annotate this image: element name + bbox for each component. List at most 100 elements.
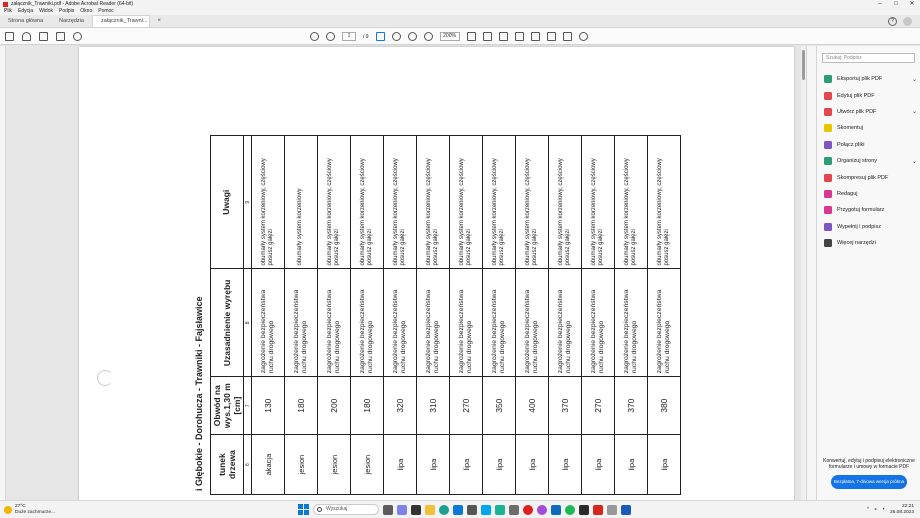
zoom-out-icon[interactable] xyxy=(407,32,417,41)
cell-gatunek: lipa xyxy=(449,434,483,495)
maximize-button[interactable]: □ xyxy=(888,0,904,8)
taskbar-search[interactable]: Wyszukaj xyxy=(313,504,379,515)
account-area: ? xyxy=(888,17,912,26)
rotate-icon[interactable] xyxy=(578,32,588,41)
comment-tool-icon[interactable] xyxy=(482,32,492,41)
tray-chevron-icon[interactable]: ^ xyxy=(867,507,869,512)
opera-icon[interactable] xyxy=(523,504,533,515)
table-row: jesion 180 zagrożenie bezpieczeństwa ruchu… xyxy=(350,135,384,495)
scrollbar-thumb[interactable] xyxy=(802,50,805,80)
tool-item[interactable]: Redaguj xyxy=(824,186,919,202)
left-pane-strip[interactable] xyxy=(0,46,6,500)
onedrive-icon[interactable] xyxy=(551,504,561,515)
tab-document[interactable]: załącznik_Trawni... × xyxy=(91,15,161,27)
tool-item[interactable]: Przygotuj formularz xyxy=(824,202,919,218)
app-icon[interactable] xyxy=(607,504,617,515)
minimize-button[interactable]: – xyxy=(872,0,888,8)
app-icon[interactable] xyxy=(495,504,505,515)
network-icon[interactable]: ◒ xyxy=(874,507,877,512)
widgets-icon[interactable] xyxy=(411,504,421,515)
toolbar: 1 / 9 200% xyxy=(0,28,920,45)
tool-label: Skomentuj xyxy=(837,125,863,132)
email-icon[interactable] xyxy=(56,32,65,41)
tab-home[interactable]: Strona główna xyxy=(0,15,51,27)
tool-item[interactable]: Utwórz plik PDF ⌄ xyxy=(824,104,919,120)
highlight-icon[interactable] xyxy=(514,32,524,41)
save-icon[interactable] xyxy=(5,32,14,41)
table-row: lipa 320 zagrożenie bezpieczeństwa ruchu d… xyxy=(383,135,417,495)
zoom-in-icon[interactable] xyxy=(423,32,433,41)
free-trial-button[interactable]: Bezpłatna, 7-dniowa wersja próbna xyxy=(831,475,907,489)
hand-tool-icon[interactable] xyxy=(391,32,401,41)
tool-item[interactable]: Więcej narzędzi xyxy=(824,235,919,251)
weather-widget[interactable]: 27°C Duże zachmurze... xyxy=(4,504,55,515)
file-explorer-icon[interactable] xyxy=(425,504,435,515)
messenger-icon[interactable] xyxy=(537,504,547,515)
app-icon[interactable] xyxy=(481,504,491,515)
acrobat-taskbar-icon[interactable] xyxy=(593,504,603,515)
app-icon[interactable] xyxy=(509,504,519,515)
avatar[interactable] xyxy=(903,17,912,26)
search-icon[interactable] xyxy=(73,32,82,41)
app-icon[interactable] xyxy=(579,504,589,515)
cell-gatunek: lipa xyxy=(548,434,582,495)
volume-icon[interactable]: ◖ xyxy=(882,507,885,512)
tool-item[interactable]: Skompresuj plik PDF xyxy=(824,169,919,185)
app-icon[interactable] xyxy=(467,504,477,515)
table-row: jesion 200 zagrożenie bezpieczeństwa ruchu… xyxy=(317,135,351,495)
close-window-button[interactable]: ✕ xyxy=(904,0,920,8)
chevron-down-icon[interactable]: ⌄ xyxy=(912,158,917,165)
delete-icon[interactable] xyxy=(562,32,572,41)
tool-item[interactable]: Skomentuj xyxy=(824,120,919,136)
edge-icon[interactable] xyxy=(439,504,449,515)
help-icon[interactable]: ? xyxy=(888,17,897,26)
compress-icon xyxy=(824,173,832,182)
clock[interactable]: 22:21 26.08.2023 xyxy=(890,504,914,515)
table-row: lipa 370 zagrożenie bezpieczeństwa ruchu d… xyxy=(614,135,648,495)
chat-icon[interactable] xyxy=(397,504,407,515)
menu-edycja[interactable]: Edycja xyxy=(18,8,33,15)
cell-uwagi: obumarły system korzeniowy, częściowy po… xyxy=(515,135,549,269)
weather-icon xyxy=(4,506,12,514)
fit-page-icon[interactable] xyxy=(466,32,476,41)
tools-search-input[interactable]: Szukaj: Podpisz xyxy=(822,53,915,63)
cell-uzasadnienie: zagrożenie bezpieczeństwa ruchu drogoweg… xyxy=(581,269,615,377)
tool-item[interactable]: Połącz pliki xyxy=(824,137,919,153)
page-number-input[interactable]: 1 xyxy=(342,32,356,41)
menu-plik[interactable]: Plik xyxy=(4,8,12,15)
tool-item[interactable]: Eksportuj plik PDF ⌄ xyxy=(824,71,919,87)
menu-pomoc[interactable]: Pomoc xyxy=(98,8,114,15)
select-cursor-icon[interactable] xyxy=(375,32,385,41)
tool-label: Eksportuj plik PDF xyxy=(837,76,883,83)
store-icon[interactable] xyxy=(453,504,463,515)
tool-item[interactable]: Wypełnij i podpisz xyxy=(824,219,919,235)
tool-item[interactable]: Organizuj strony ⌄ xyxy=(824,153,919,169)
organize-icon xyxy=(824,157,832,166)
stamp-icon[interactable] xyxy=(546,32,556,41)
tool-item[interactable]: Edytuj plik PDF xyxy=(824,87,919,103)
chevron-down-icon[interactable]: ⌄ xyxy=(912,108,917,115)
task-view-icon[interactable] xyxy=(383,504,393,515)
comment-icon xyxy=(824,124,832,133)
table-row: lipa 270 zagrożenie bezpieczeństwa ruchu d… xyxy=(449,135,483,495)
spotify-icon[interactable] xyxy=(565,504,575,515)
zoom-select[interactable]: 200% xyxy=(439,32,460,41)
collapse-panel-strip[interactable] xyxy=(806,46,816,500)
star-icon[interactable] xyxy=(22,32,31,41)
sign-icon[interactable] xyxy=(530,32,540,41)
menu-widok[interactable]: Widok xyxy=(39,8,53,15)
cell-gatunek: lipa xyxy=(482,434,516,495)
tab-close-icon[interactable]: × xyxy=(158,15,162,28)
page-up-icon[interactable] xyxy=(310,32,319,41)
pen-icon[interactable] xyxy=(498,32,508,41)
menu-okno[interactable]: Okno xyxy=(80,8,92,15)
print-icon[interactable] xyxy=(39,32,48,41)
tab-tools[interactable]: Narzędzia xyxy=(51,15,92,27)
cell-uwagi: obumarły system korzeniowy, częściowy po… xyxy=(383,135,417,269)
chevron-down-icon[interactable]: ⌄ xyxy=(912,76,917,83)
word-icon[interactable] xyxy=(621,504,631,515)
page-down-icon[interactable] xyxy=(326,32,335,41)
start-icon[interactable] xyxy=(298,504,309,515)
menu-podpis[interactable]: Podpis xyxy=(59,8,74,15)
cell-gatunek: lipa xyxy=(647,434,681,495)
